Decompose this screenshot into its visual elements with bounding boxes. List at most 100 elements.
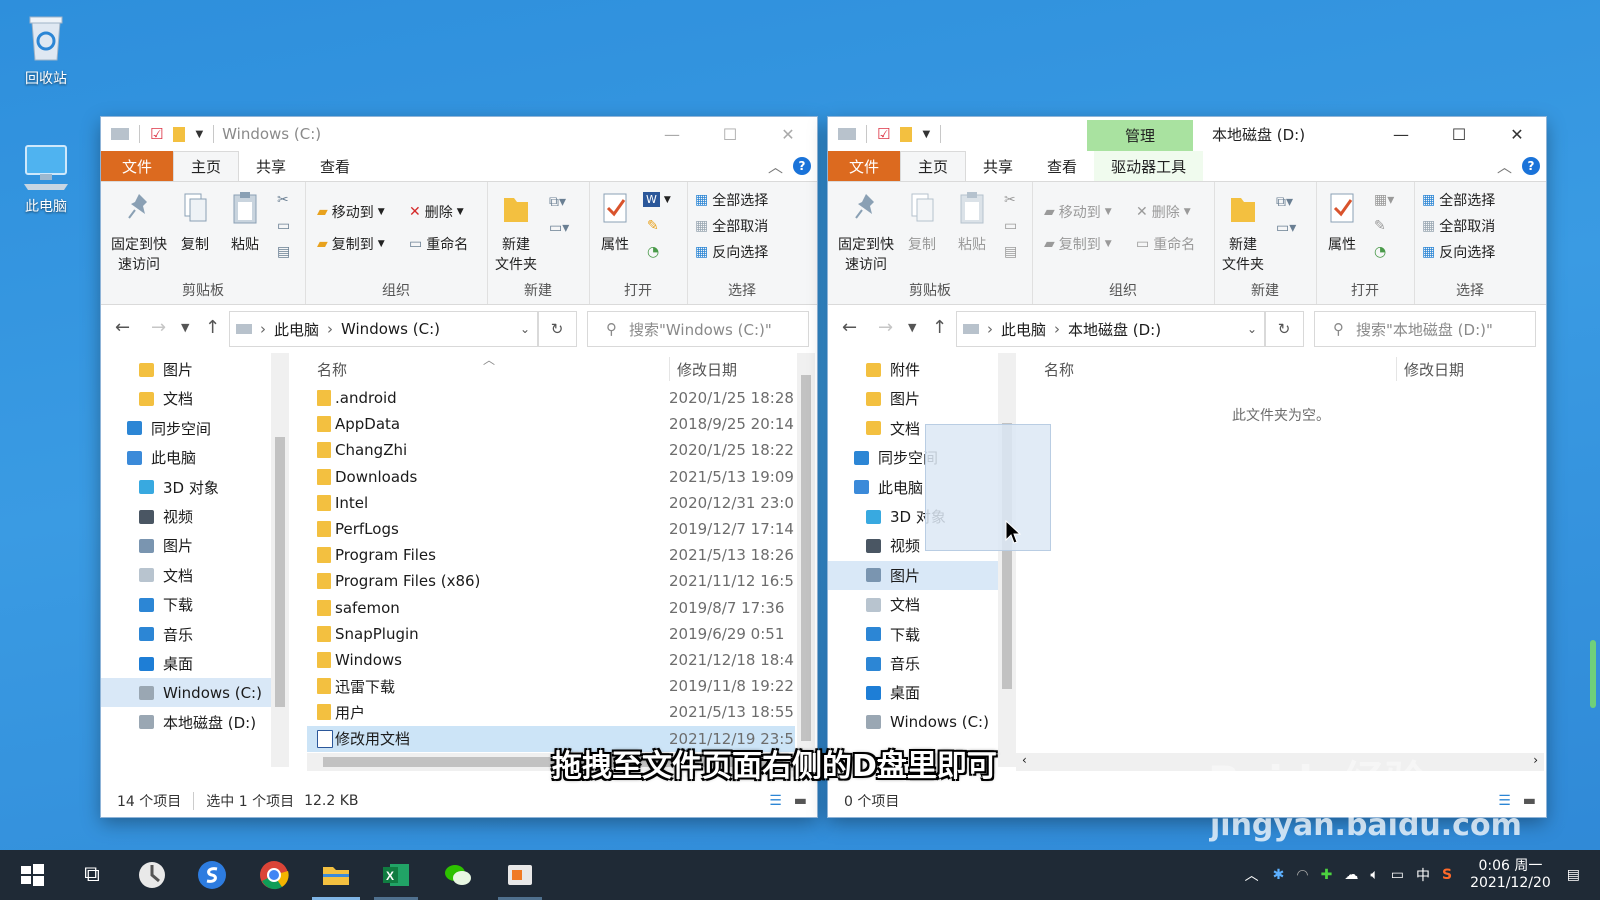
copy-to-button[interactable]: ▰ 复制到 ▼ <box>317 234 385 254</box>
folder-row[interactable]: 用户 2021/5/13 18:55 <box>307 699 795 725</box>
desktop-this-pc[interactable]: 此电脑 <box>6 140 86 216</box>
help-icon[interactable]: ? <box>793 157 811 175</box>
qat-dropdown-icon[interactable]: ▼ <box>195 129 203 140</box>
folder-row[interactable]: PerfLogs 2019/12/7 17:14 <box>307 516 795 542</box>
properties-check-icon[interactable]: ☑ <box>877 125 890 143</box>
close-button[interactable]: ✕ <box>759 117 817 151</box>
forward-button[interactable]: → <box>878 317 893 338</box>
nav-item[interactable]: Windows (C:) <box>828 708 998 737</box>
nav-item[interactable]: 音乐 <box>101 620 289 649</box>
nav-item[interactable]: 文档 <box>101 384 289 413</box>
copy-path-icon[interactable]: ▭ <box>1004 218 1017 234</box>
nav-item[interactable]: 3D 对象 <box>101 473 289 502</box>
column-header-name[interactable]: 名称 <box>317 359 347 380</box>
tab-share[interactable]: 共享 <box>966 151 1030 181</box>
delete-button[interactable]: ✕ 删除 ▼ <box>1136 202 1191 222</box>
copy-button[interactable]: 复制 <box>175 190 215 255</box>
battery-icon[interactable]: ▭ <box>1391 867 1404 883</box>
folder-row[interactable]: Program Files (x86) 2021/11/12 16:5 <box>307 568 795 594</box>
select-all-button[interactable]: ▦ 全部选择 <box>1422 190 1495 210</box>
recent-dropdown-icon[interactable]: ▼ <box>181 321 189 334</box>
collapse-ribbon-icon[interactable]: ︿ <box>1497 156 1512 177</box>
context-tab-manage[interactable]: 管理 <box>1087 120 1193 151</box>
folder-row[interactable]: .android 2020/1/25 18:28 <box>307 385 795 411</box>
recent-dropdown-icon[interactable]: ▼ <box>908 321 916 334</box>
nav-item[interactable]: 本地磁盘 (D:) <box>101 708 289 737</box>
tab-file[interactable]: 文件 <box>828 151 901 181</box>
clock[interactable]: 0:06 周一 2021/12/20 <box>1470 858 1551 892</box>
tab-share[interactable]: 共享 <box>239 151 303 181</box>
sogou-ime-icon[interactable]: S <box>1442 867 1452 883</box>
folder-row[interactable]: safemon 2019/8/7 17:36 <box>307 595 795 621</box>
start-icon[interactable] <box>16 859 48 891</box>
maximize-button[interactable]: ☐ <box>701 117 759 151</box>
refresh-button[interactable]: ↻ <box>537 311 577 347</box>
wifi-icon[interactable]: ◠ <box>1296 867 1308 883</box>
paste-button[interactable]: 粘贴 <box>225 190 265 255</box>
bluetooth-icon[interactable]: ✱ <box>1273 867 1285 883</box>
select-none-button[interactable]: ▦ 全部取消 <box>695 216 768 236</box>
qat-dropdown-icon[interactable]: ▼ <box>922 129 930 140</box>
address-dropdown-icon[interactable]: ⌄ <box>520 322 530 336</box>
notification-icon[interactable]: ▤ <box>1567 867 1580 883</box>
nav-item[interactable]: 图片 <box>828 384 998 413</box>
browser-icon[interactable] <box>136 859 168 891</box>
properties-button[interactable]: 属性 <box>595 190 635 255</box>
address-bar[interactable]: › 此电脑 › Windows (C:) ⌄ <box>229 311 539 347</box>
tab-home[interactable]: 主页 <box>900 151 967 181</box>
nav-item[interactable]: 图片 <box>101 355 289 384</box>
edit-icon[interactable]: ✎ <box>1374 218 1386 234</box>
address-bar[interactable]: › 此电脑 › 本地磁盘 (D:) ⌄ <box>956 311 1266 347</box>
easy-access-icon[interactable]: ▭▾ <box>1276 220 1296 236</box>
close-button[interactable]: ✕ <box>1488 117 1546 151</box>
folder-row[interactable]: Windows 2021/12/18 18:4 <box>307 647 795 673</box>
open-icon[interactable]: ▦▾ <box>1374 192 1394 208</box>
copy-button[interactable]: 复制 <box>902 190 942 255</box>
cut-icon[interactable]: ✂ <box>277 192 289 208</box>
desktop-recycle-bin[interactable]: 回收站 <box>6 8 86 88</box>
move-to-button[interactable]: ▰ 移动到 ▼ <box>1044 202 1112 222</box>
copy-to-button[interactable]: ▰ 复制到 ▼ <box>1044 234 1112 254</box>
properties-check-icon[interactable]: ☑ <box>150 125 163 143</box>
details-view-icon[interactable]: ☰ <box>1498 793 1511 809</box>
breadcrumb-this-pc[interactable]: 此电脑 <box>274 319 319 340</box>
move-to-button[interactable]: ▰ 移动到 ▼ <box>317 202 385 222</box>
folder-row[interactable]: Downloads 2021/5/13 19:09 <box>307 464 795 490</box>
up-button[interactable]: ↑ <box>205 317 220 338</box>
new-item-icon[interactable]: ⧉▾ <box>549 194 566 210</box>
breadcrumb-this-pc[interactable]: 此电脑 <box>1001 319 1046 340</box>
delete-button[interactable]: ✕ 删除 ▼ <box>409 202 464 222</box>
chrome-icon[interactable] <box>258 859 290 891</box>
nav-item[interactable]: 下载 <box>828 620 998 649</box>
history-icon[interactable]: ◔ <box>647 244 659 260</box>
file-list-scrollbar[interactable] <box>797 353 815 767</box>
folder-row[interactable]: ChangZhi 2020/1/25 18:22 <box>307 437 795 463</box>
nav-item[interactable]: 下载 <box>101 590 289 619</box>
nav-item[interactable]: 文档 <box>828 590 998 619</box>
excel-icon[interactable]: X <box>380 859 412 891</box>
breadcrumb-drive[interactable]: Windows (C:) <box>341 320 440 338</box>
scroll-thumb[interactable] <box>801 375 811 741</box>
rename-button[interactable]: ▭ 重命名 <box>1136 234 1195 254</box>
cloud-icon[interactable]: ☁ <box>1344 867 1358 883</box>
folder-row[interactable]: 迅雷下载 2019/11/8 19:22 <box>307 673 795 699</box>
refresh-button[interactable]: ↻ <box>1264 311 1304 347</box>
breadcrumb-drive[interactable]: 本地磁盘 (D:) <box>1068 319 1161 340</box>
show-hidden-icons-icon[interactable]: ︿ <box>1245 865 1259 885</box>
column-header-date[interactable]: 修改日期 <box>1404 359 1464 380</box>
invert-selection-button[interactable]: ▦ 反向选择 <box>1422 242 1495 262</box>
paste-shortcut-icon[interactable]: ▤ <box>277 244 290 260</box>
wechat-icon[interactable] <box>442 859 474 891</box>
recorder-icon[interactable] <box>504 859 536 891</box>
nav-item[interactable]: 视频 <box>101 502 289 531</box>
scroll-right-icon[interactable]: › <box>1533 753 1538 767</box>
maximize-button[interactable]: ☐ <box>1430 117 1488 151</box>
ime-indicator[interactable]: 中 <box>1416 865 1430 885</box>
scroll-left-icon[interactable]: ‹ <box>1022 753 1027 767</box>
nav-item[interactable]: 图片 <box>101 531 289 560</box>
address-dropdown-icon[interactable]: ⌄ <box>1247 322 1257 336</box>
sogou-icon[interactable] <box>196 859 228 891</box>
large-icons-view-icon[interactable]: ▬ <box>794 793 807 809</box>
scroll-thumb[interactable] <box>275 437 285 707</box>
search-input[interactable]: ⚲ 搜索"本地磁盘 (D:)" <box>1314 311 1536 347</box>
